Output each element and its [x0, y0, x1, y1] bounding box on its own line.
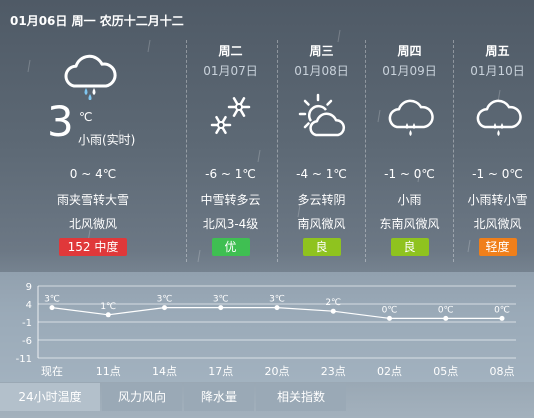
forecast-weekday: 周五: [485, 44, 510, 58]
temperature-point: [443, 315, 449, 321]
forecast-weather-desc: 中雪转多云: [200, 193, 261, 207]
cloud-rain-icon: [64, 54, 117, 100]
today-weather-desc: 雨夹雪转大雪: [56, 193, 129, 207]
temperature-point: [162, 305, 167, 311]
hourly-temperature-chart: 9 4 -1 -6 -11 3℃ 现在 1℃ 11点 3℃ 14点 3℃ 17点 3℃ 20点 2℃ 23点 0℃…: [0, 272, 534, 382]
forecast-date: 01月08日: [294, 64, 349, 78]
forecast-date: 01月10日: [470, 64, 525, 78]
temperature-point: [49, 305, 55, 311]
temperature-data-label: 3℃: [157, 295, 173, 305]
temperature-data-label: 3℃: [213, 295, 229, 305]
forecast-aqi-badge[interactable]: 良: [390, 238, 429, 256]
y-tick-label: -6: [22, 336, 32, 347]
forecast-aqi-badge[interactable]: 优: [211, 238, 250, 256]
chart-tabs: 24小时温度 风力风向 降水量 相关指数: [0, 383, 534, 418]
temperature-point: [218, 305, 224, 311]
temperature-point: [330, 308, 336, 314]
forecast-wind: 南风微风: [297, 217, 346, 231]
forecast-weekday: 周四: [397, 44, 422, 58]
sun-cloud-icon: [298, 93, 345, 137]
temperature-data-label: 2℃: [325, 298, 341, 308]
x-tick-label: 05点: [433, 365, 458, 378]
y-tick-label: -1: [22, 318, 32, 329]
x-tick-label: 02点: [377, 365, 402, 378]
x-tick-label: 23点: [321, 365, 346, 378]
today-wind: 北风微风: [68, 217, 117, 231]
forecast-weekday: 周三: [309, 44, 334, 58]
y-tick-label: -11: [16, 354, 32, 365]
temperature-data-label: 0℃: [382, 305, 398, 315]
x-tick-label: 11点: [96, 365, 121, 378]
forecast-aqi-badge[interactable]: 良: [302, 238, 341, 256]
temperature-data-label: 0℃: [438, 305, 454, 315]
cloud-rain-icon: [476, 99, 522, 136]
forecast-day-1: 周二 01月07日 -6 ~ 1℃ 中雪转多云 北风3-4级 优: [186, 40, 274, 262]
forecast-aqi-badge[interactable]: 轻度: [478, 238, 517, 256]
forecast-temp-range: -6 ~ 1℃: [205, 167, 256, 181]
tab-precipitation[interactable]: 降水量: [184, 383, 254, 411]
temperature-point: [274, 305, 280, 311]
forecast-wind: 北风3-4级: [202, 217, 259, 231]
current-temperature: 3: [47, 97, 74, 146]
current-condition: 小雨(实时): [78, 133, 136, 147]
x-tick-label: 17点: [208, 365, 233, 378]
forecast-weather-desc: 多云转阴: [297, 193, 346, 207]
forecast-temp-range: -4 ~ 1℃: [296, 167, 347, 181]
today-temp-range: 0 ~ 4℃: [69, 167, 117, 181]
temperature-point: [105, 312, 111, 318]
snow-icon: [210, 97, 251, 135]
forecast-wind: 北风微风: [473, 217, 522, 231]
temperature-data-label: 3℃: [44, 295, 60, 305]
forecast-day-3: 周四 01月09日 -1 ~ 0℃ 小雨 东南风微风 良: [365, 40, 453, 262]
forecast-wind: 东南风微风: [379, 217, 440, 231]
forecast-day-2: 周三 01月08日 -4 ~ 1℃ 多云转阴 南风微风 良: [277, 40, 365, 262]
x-tick-label: 20点: [265, 365, 290, 378]
y-tick-label: 9: [26, 282, 32, 293]
forecast-weekday: 周二: [218, 44, 243, 58]
x-tick-label: 现在: [41, 365, 63, 378]
tab-related-index[interactable]: 相关指数: [256, 383, 346, 411]
tab-24h-temperature[interactable]: 24小时温度: [0, 383, 100, 411]
forecast-weather-desc: 小雨转小雪: [467, 193, 528, 207]
today-aqi-badge[interactable]: 152 中度: [59, 238, 127, 256]
temperature-unit: ℃: [79, 110, 93, 124]
temperature-point: [499, 315, 505, 321]
x-tick-label: 08点: [490, 365, 515, 378]
temperature-data-label: 3℃: [269, 295, 285, 305]
forecast-day-4: 周五 01月10日 -1 ~ 0℃ 小雨转小雪 北风微风 轻度: [453, 40, 534, 262]
forecast-temp-range: -1 ~ 0℃: [384, 167, 435, 181]
forecast-temp-range: -1 ~ 0℃: [472, 167, 523, 181]
temperature-point: [387, 315, 392, 321]
forecast-date: 01月07日: [203, 64, 258, 78]
today-panel: 3 ℃ 小雨(实时) 0 ~ 4℃ 雨夹雪转大雪 北风微风 152 中度: [0, 40, 186, 262]
tab-wind[interactable]: 风力风向: [102, 383, 182, 411]
temperature-data-label: 0℃: [494, 305, 510, 315]
forecast-weather-desc: 小雨: [397, 193, 422, 207]
temperature-data-label: 1℃: [100, 302, 116, 312]
current-date: 01月06日 周一 农历十二月十二: [10, 14, 184, 28]
cloud-rain-icon: [388, 99, 434, 136]
chart-canvas: 9 4 -1 -6 -11 3℃ 现在 1℃ 11点 3℃ 14点 3℃ 17点 3℃ 20点 2℃ 23点 0℃…: [16, 282, 516, 378]
x-tick-label: 14点: [152, 365, 177, 378]
y-tick-label: 4: [26, 300, 32, 311]
weather-widget: 01月06日 周一 农历十二月十二 3 ℃ 小雨(实时) 0 ~ 4℃ 雨夹雪转…: [0, 0, 534, 418]
forecast-date: 01月09日: [382, 64, 437, 78]
